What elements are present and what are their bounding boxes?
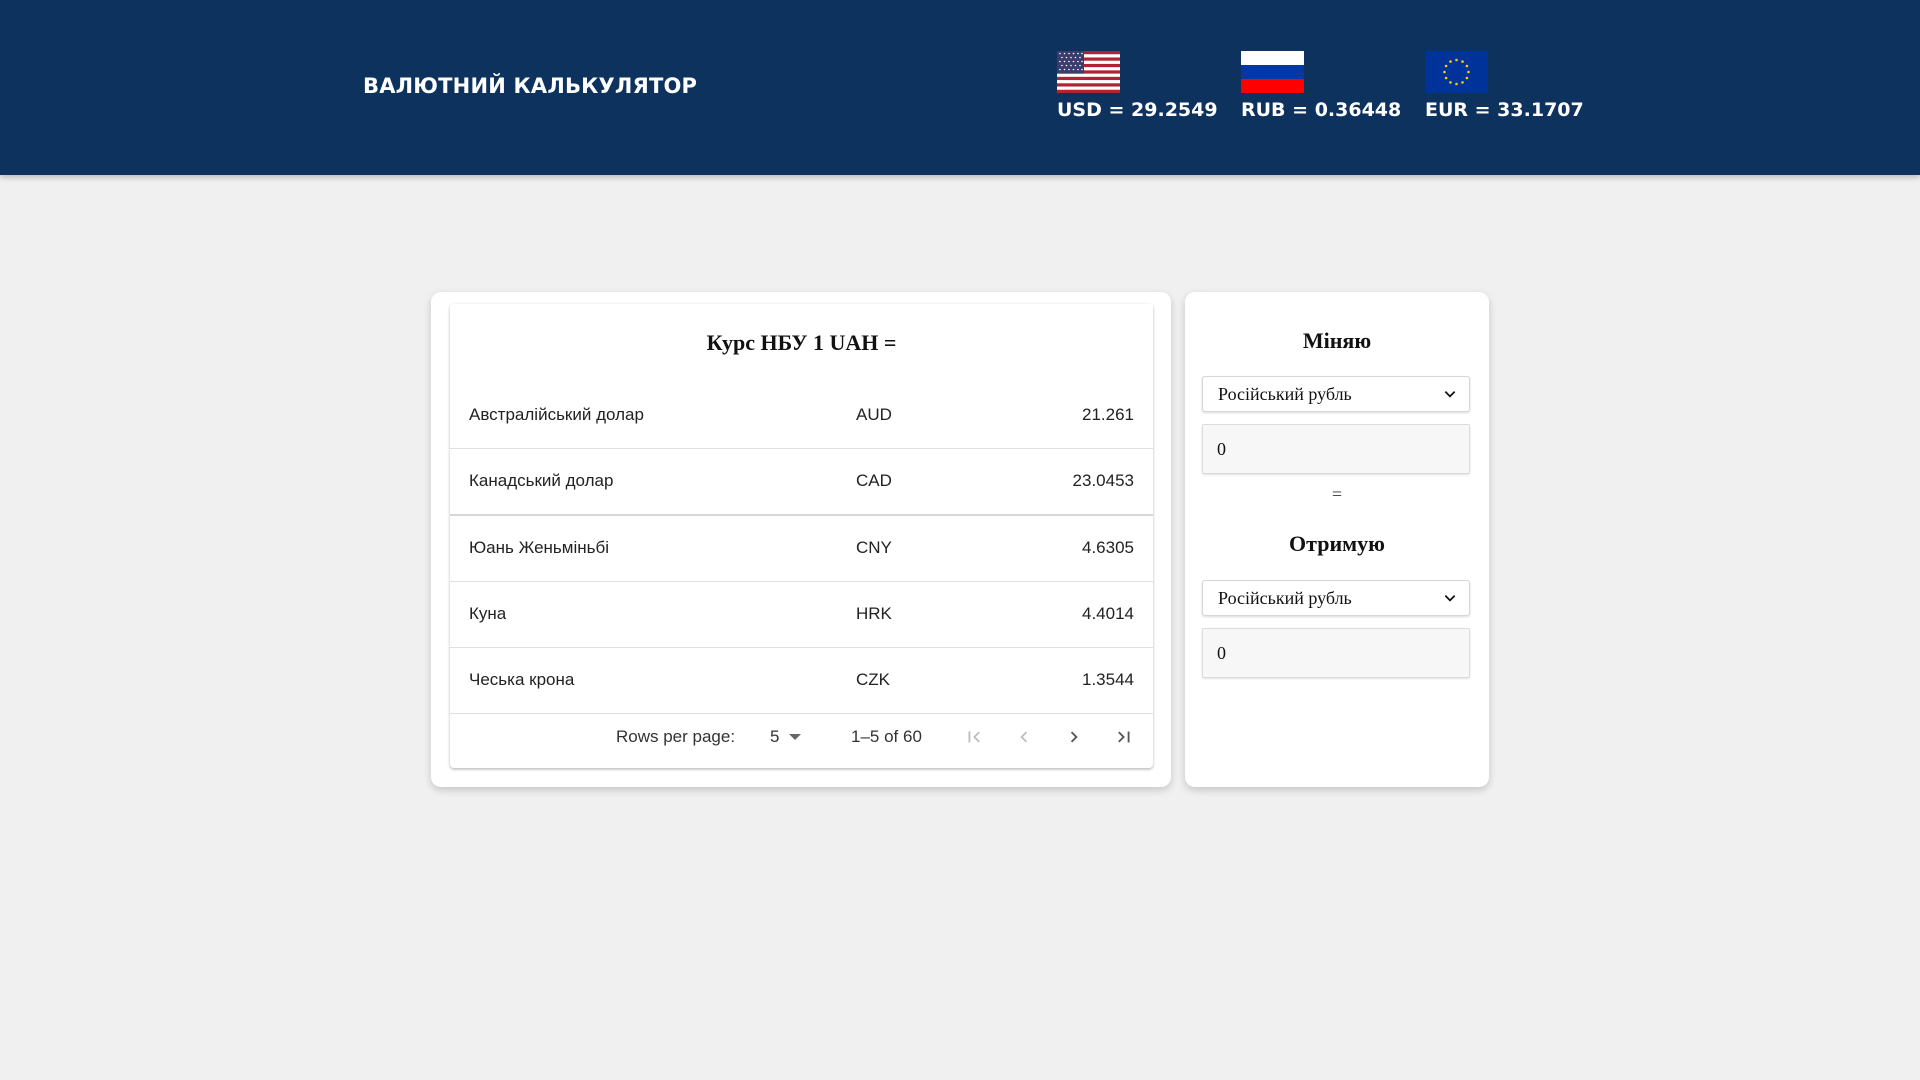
table-pagination: Rows per page: 5 1–5 of 60 bbox=[450, 706, 1153, 768]
table-row: Чеська крона CZK 1.3544 bbox=[450, 647, 1153, 714]
currency-rate: 4.4014 bbox=[1082, 604, 1134, 623]
currency-name: Чеська крона bbox=[469, 670, 575, 689]
chevron-down-icon bbox=[1444, 595, 1456, 602]
get-currency-select[interactable]: Російський рубль bbox=[1202, 580, 1470, 616]
table-row: Куна HRK 4.4014 bbox=[450, 581, 1153, 648]
app-header: ВАЛЮТНИЙ КАЛЬКУЛЯТОР USD = 29.2549 RUB =… bbox=[0, 0, 1920, 175]
table-row: Канадський долар CAD 23.0453 bbox=[450, 448, 1153, 516]
rows-per-page-label: Rows per page: bbox=[616, 727, 736, 746]
currency-code: HRK bbox=[856, 604, 892, 623]
eu-flag-icon bbox=[1425, 51, 1488, 93]
currency-rate: 4.6305 bbox=[1082, 538, 1134, 557]
eur-rate-text: EUR = 33.1707 bbox=[1425, 99, 1584, 121]
currency-code: CAD bbox=[856, 471, 892, 490]
table-title: Курс НБУ 1 UAH = bbox=[706, 330, 897, 355]
previous-page-button[interactable] bbox=[1006, 719, 1042, 755]
chevron-left-icon bbox=[1020, 731, 1028, 743]
last-page-icon bbox=[1118, 731, 1130, 743]
last-page-button[interactable] bbox=[1106, 719, 1142, 755]
next-page-button[interactable] bbox=[1056, 719, 1092, 755]
usd-rate: USD = 29.2549 bbox=[1057, 51, 1218, 121]
rates-panel: Курс НБУ 1 UAH = Австралійський долар AU… bbox=[431, 292, 1171, 787]
rub-rate-text: RUB = 0.36448 bbox=[1241, 99, 1402, 121]
give-currency-select[interactable]: Російський рубль bbox=[1202, 376, 1470, 412]
currency-rate: 21.261 bbox=[1082, 405, 1134, 424]
first-page-icon bbox=[968, 731, 980, 743]
get-amount-input[interactable] bbox=[1202, 628, 1470, 678]
give-heading: Міняю bbox=[1302, 328, 1372, 353]
currency-rate: 1.3544 bbox=[1082, 670, 1134, 689]
get-heading: Отримую bbox=[1289, 531, 1385, 556]
page-range: 1–5 of 60 bbox=[851, 727, 922, 746]
caret-down-icon bbox=[789, 734, 802, 740]
equals-sign: = bbox=[1331, 484, 1343, 504]
rates-table: Курс НБУ 1 UAH = Австралійський долар AU… bbox=[450, 304, 1153, 768]
eur-rate: EUR = 33.1707 bbox=[1425, 51, 1584, 121]
usd-rate-text: USD = 29.2549 bbox=[1057, 99, 1218, 121]
ru-flag-icon bbox=[1241, 51, 1304, 93]
table-row: Австралійський долар AUD 21.261 bbox=[450, 382, 1153, 449]
currency-name: Канадський долар bbox=[469, 471, 614, 490]
rows-per-page-value: 5 bbox=[770, 727, 780, 746]
chevron-down-icon bbox=[1444, 391, 1456, 398]
give-currency-value: Російський рубль bbox=[1218, 383, 1352, 404]
currency-code: AUD bbox=[856, 405, 892, 424]
currency-rate: 23.0453 bbox=[1072, 471, 1134, 490]
get-currency-value: Російський рубль bbox=[1218, 587, 1352, 608]
rub-rate: RUB = 0.36448 bbox=[1241, 51, 1401, 121]
app-title: ВАЛЮТНИЙ КАЛЬКУЛЯТОР bbox=[363, 74, 698, 98]
currency-name: Куна bbox=[469, 604, 507, 623]
us-flag-icon bbox=[1057, 51, 1120, 93]
converter-panel: Міняю Російський рубль = Отримую Російсь… bbox=[1185, 292, 1489, 787]
rows-per-page-select[interactable]: 5 bbox=[770, 727, 802, 747]
currency-code: CNY bbox=[856, 538, 892, 557]
table-row: Юань Женьміньбі CNY 4.6305 bbox=[450, 515, 1153, 582]
give-amount-input[interactable] bbox=[1202, 424, 1470, 474]
currency-code: CZK bbox=[856, 670, 890, 689]
currency-name: Юань Женьміньбі bbox=[469, 538, 610, 557]
first-page-button[interactable] bbox=[956, 719, 992, 755]
chevron-right-icon bbox=[1070, 731, 1078, 743]
currency-name: Австралійський долар bbox=[469, 405, 644, 424]
